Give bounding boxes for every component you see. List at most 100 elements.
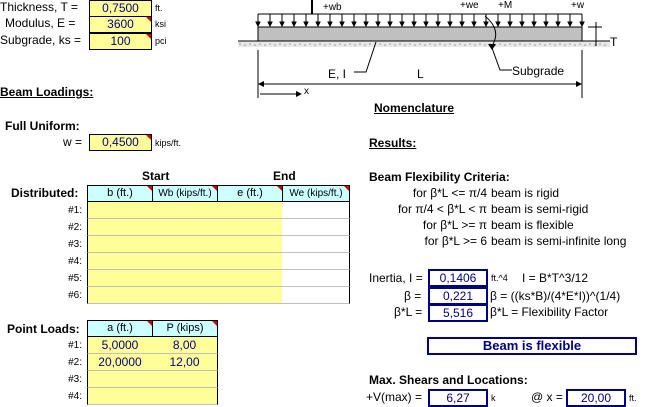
header-a: a (ft.)	[87, 320, 153, 337]
distributed-label: Distributed:	[11, 186, 79, 200]
full-uniform-label: Full Uniform:	[5, 119, 80, 133]
dist-row-number: #3:	[68, 239, 82, 250]
at-x-value: 20,00	[580, 391, 612, 405]
header-b: b (ft.)	[87, 185, 153, 202]
point-row-number: #2:	[68, 357, 82, 368]
dist-cell[interactable]	[87, 253, 153, 270]
dist-cell[interactable]	[152, 253, 218, 270]
m-label: +M	[498, 0, 513, 11]
header-b-text: b (ft.)	[107, 187, 133, 199]
dist-row-number: #4:	[68, 256, 82, 267]
vmax-unit: k	[491, 393, 496, 403]
criteria-description: beam is semi-rigid	[491, 202, 589, 216]
dist-cell[interactable]	[217, 202, 283, 219]
point-p-cell[interactable]	[152, 388, 218, 405]
criteria-condition: for β*L <= π/4	[412, 186, 487, 200]
dist-cell[interactable]	[87, 202, 153, 219]
nomenclature-title: Nomenclature	[374, 101, 455, 115]
criteria-title: Beam Flexibility Criteria:	[369, 170, 510, 184]
full-uniform-value: 0,4500	[102, 135, 139, 149]
dist-cell[interactable]	[282, 236, 350, 253]
dist-cell[interactable]	[87, 219, 153, 236]
shear-title: Max. Shears and Locations:	[369, 373, 528, 387]
vmax-value: 6,27	[446, 391, 470, 405]
dist-cell[interactable]	[282, 287, 350, 304]
dist-cell[interactable]	[152, 236, 218, 253]
beta-value: 0,221	[442, 289, 474, 303]
modulus-value: 3600	[107, 17, 134, 31]
comment-marker-icon	[146, 17, 151, 22]
header-we: We (kips/ft.)	[282, 185, 350, 202]
dist-cell[interactable]	[87, 270, 153, 287]
beta-label: β =	[404, 289, 422, 303]
modulus-input[interactable]: 3600	[89, 16, 152, 33]
l-label: L	[417, 67, 424, 81]
comment-marker-icon	[146, 34, 151, 39]
header-e-text: e (ft.)	[237, 187, 263, 199]
x-label: x	[304, 86, 309, 97]
dist-cell[interactable]	[217, 287, 283, 304]
dist-cell[interactable]	[87, 287, 153, 304]
wb-label: +wb	[323, 2, 342, 13]
point-a-cell[interactable]	[87, 371, 153, 388]
subgrade-unit: pci	[155, 36, 167, 46]
beta-output: 0,221	[428, 287, 488, 305]
bl-label: β*L =	[394, 305, 423, 319]
w-label: +w	[571, 0, 585, 11]
distributed-load-arrows	[255, 13, 585, 28]
point-p-cell[interactable]: 12,00	[152, 354, 218, 371]
criteria-description: beam is rigid	[491, 186, 560, 200]
criteria-description: beam is semi-infinite long	[491, 234, 627, 248]
at-x-output: 20,00	[566, 389, 626, 407]
criteria-condition: for π/4 < β*L < π	[397, 202, 487, 216]
modulus-unit: ksi	[155, 19, 166, 29]
header-e: e (ft.)	[217, 185, 283, 202]
beam-diagram	[238, 0, 610, 98]
dist-cell[interactable]	[217, 219, 283, 236]
point-p-cell[interactable]: 8,00	[152, 337, 218, 354]
point-a-cell[interactable]: 20,0000	[87, 354, 153, 371]
dist-cell[interactable]	[217, 236, 283, 253]
header-wb-text: Wb (kips/ft.)	[158, 188, 212, 199]
dist-cell[interactable]	[217, 270, 283, 287]
criteria-condition: for β*L >= 6	[424, 234, 488, 248]
inertia-unit: ft.^4	[491, 273, 508, 283]
we-label: +we	[460, 0, 479, 11]
dist-cell[interactable]	[152, 202, 218, 219]
inertia-output: 0,1406	[428, 269, 488, 287]
point-row-number: #4:	[68, 391, 82, 402]
bl-output: 5,516	[428, 304, 488, 322]
thickness-input[interactable]: 0,7500	[89, 0, 152, 17]
header-p: P (kips)	[152, 320, 218, 337]
header-wb: Wb (kips/ft.)	[152, 185, 218, 202]
beam-loadings-title: Beam Loadings:	[0, 85, 94, 99]
dist-cell[interactable]	[282, 253, 350, 270]
dist-cell[interactable]	[282, 202, 350, 219]
at-x-label: @ x =	[531, 390, 563, 404]
subgrade-input[interactable]: 100	[89, 33, 152, 50]
dist-cell[interactable]	[282, 270, 350, 287]
dist-cell[interactable]	[152, 270, 218, 287]
dist-cell[interactable]	[152, 219, 218, 236]
point-a-cell[interactable]	[87, 388, 153, 405]
point-a-cell[interactable]: 5,0000	[87, 337, 153, 354]
bl-formula: β*L = Flexibility Factor	[490, 305, 609, 319]
w-unit: kips/ft.	[155, 138, 182, 148]
dist-cell[interactable]	[217, 253, 283, 270]
point-p-cell[interactable]	[152, 371, 218, 388]
criteria-description: beam is flexible	[491, 218, 574, 232]
full-uniform-input[interactable]: 0,4500	[89, 134, 152, 151]
dist-row-number: #2:	[68, 222, 82, 233]
header-a-text: a (ft.)	[107, 322, 133, 334]
dist-cell[interactable]	[282, 219, 350, 236]
thickness-label: Thickness, T =	[0, 0, 78, 14]
dist-row-number: #1:	[68, 205, 82, 216]
thickness-unit: ft.	[155, 3, 163, 13]
beta-formula: β = ((ks*B)/(4*E*I))^(1/4)	[490, 289, 621, 303]
header-we-text: We (kips/ft.)	[289, 188, 343, 199]
inertia-formula: I = B*T^3/12	[522, 271, 588, 285]
inertia-value: 0,1406	[439, 271, 477, 285]
dist-cell[interactable]	[152, 287, 218, 304]
flexibility-status-text: Beam is flexible	[482, 338, 582, 353]
dist-cell[interactable]	[87, 236, 153, 253]
